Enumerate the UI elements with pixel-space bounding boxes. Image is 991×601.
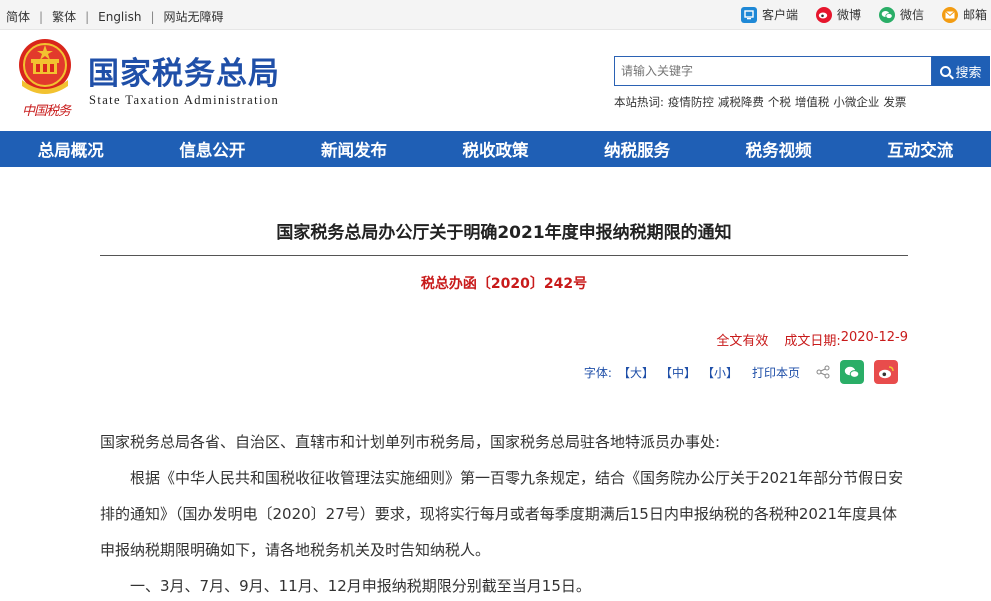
nav-item-tax-video[interactable]: 税务视频 [708,131,850,167]
client-icon [740,6,757,23]
article-tools: 字体: 【大】 【中】 【小】 打印本页 [584,360,898,384]
hotword-link[interactable]: 个税 [768,94,791,110]
search-icon [940,65,952,77]
search-input[interactable] [615,57,931,85]
mail-link[interactable]: 邮箱 [941,6,987,23]
font-medium-button[interactable]: 【中】 [660,364,696,381]
hotword-link[interactable]: 减税降费 [718,94,764,110]
site-header: 中国税务 国家税务总局 State Taxation Administratio… [0,30,991,131]
article-title: 国家税务总局办公厅关于明确2021年度申报纳税期限的通知 [276,223,732,243]
weibo-label: 微博 [836,8,861,22]
accessibility-link[interactable]: 网站无障碍 [164,8,224,25]
document-number: 税总办函〔2020〕242号 [420,276,588,292]
hotword-link[interactable]: 小微企业 [833,94,879,110]
hotword-link[interactable]: 疫情防控 [668,94,714,110]
main-nav: 总局概况 信息公开 新闻发布 税收政策 纳税服务 税务视频 互动交流 [0,131,991,167]
font-size-label: 字体: [583,365,612,380]
wechat-link[interactable]: 微信 [878,6,924,23]
search-button-label: 搜索 [955,65,982,81]
share-icon[interactable] [816,365,830,379]
language-links: 简体 | 繁体 | English | 网站无障碍 [6,8,224,25]
social-links: 客户端 微博 微信 邮箱 [723,6,987,23]
lang-english-link[interactable]: English [98,10,141,24]
validity-status: 全文有效 [716,334,769,349]
client-link[interactable]: 客户端 [740,6,798,23]
issue-date-value: 2020-12-9 [840,330,908,345]
issue-date-label: 成文日期: [784,334,841,349]
body-paragraph: 根据《中华人民共和国税收征收管理法实施细则》第一百零九条规定，结合《国务院办公厅… [100,469,904,559]
wechat-share-icon[interactable] [840,360,864,384]
article-meta: 全文有效 成文日期: 2020-12-9 [716,330,908,349]
site-subtitle: State Taxation Administration [89,93,280,107]
hotwords-label: 本站热词: [614,95,664,109]
hotword-link[interactable]: 增值税 [795,94,830,110]
weibo-share-icon[interactable] [874,360,898,384]
search-box [614,56,932,86]
font-small-button[interactable]: 【小】 [702,364,738,381]
divider: | [85,9,90,24]
weibo-link[interactable]: 微博 [815,6,861,23]
emblem-caption: 中国税务 [22,104,71,119]
search-button[interactable]: 搜索 [932,56,990,86]
lang-simplified-link[interactable]: 简体 [6,8,30,25]
wechat-label: 微信 [899,8,924,22]
nav-item-news[interactable]: 新闻发布 [283,131,425,167]
divider: | [150,9,155,24]
mail-label: 邮箱 [962,8,987,22]
nav-item-interaction[interactable]: 互动交流 [849,131,991,167]
font-large-button[interactable]: 【大】 [618,364,654,381]
national-emblem-logo[interactable] [14,36,76,98]
title-divider [100,255,908,256]
print-button[interactable]: 打印本页 [752,364,800,381]
wechat-icon [878,6,895,23]
hotwords-bar: 本站热词: 疫情防控 减税降费 个税 增值税 小微企业 发票 [614,94,910,110]
client-label: 客户端 [761,8,798,22]
divider: | [39,9,44,24]
lang-traditional-link[interactable]: 繁体 [52,8,76,25]
top-utility-bar: 简体 | 繁体 | English | 网站无障碍 客户端 微博 微信 邮箱 [0,0,991,30]
site-title[interactable]: 国家税务总局 [88,48,280,93]
nav-item-tax-policy[interactable]: 税收政策 [425,131,567,167]
nav-item-taxpayer-service[interactable]: 纳税服务 [566,131,708,167]
article-body: 国家税务总局各省、自治区、直辖市和计划单列市税务局，国家税务总局驻各地特派员办事… [100,424,910,601]
mail-icon [941,6,958,23]
salutation-paragraph: 国家税务总局各省、自治区、直辖市和计划单列市税务局，国家税务总局驻各地特派员办事… [100,433,721,451]
weibo-icon [815,6,832,23]
nav-item-info-disclosure[interactable]: 信息公开 [142,131,284,167]
nav-item-overview[interactable]: 总局概况 [0,131,142,167]
body-paragraph: 一、3月、7月、9月、11月、12月申报纳税期限分别截至当月15日。 [130,577,591,595]
hotword-link[interactable]: 发票 [883,94,906,110]
